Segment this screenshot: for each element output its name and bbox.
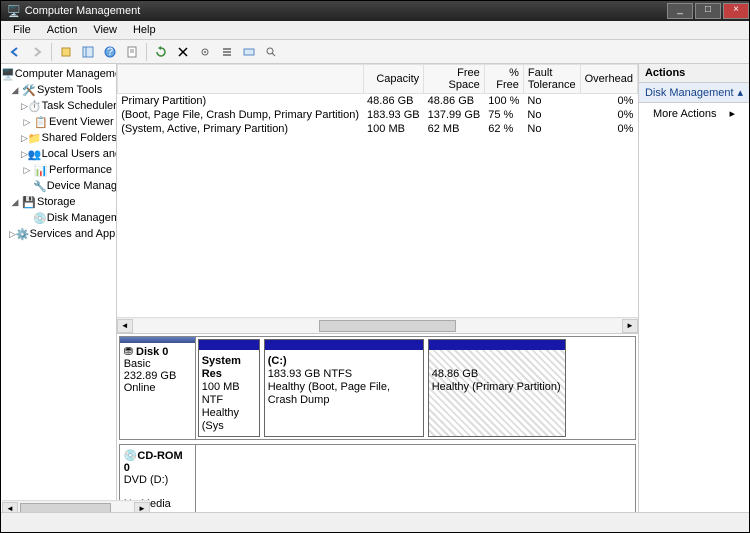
view-button[interactable] — [239, 42, 259, 62]
titlebar: 🖥️ Computer Management _ □ × — [1, 1, 749, 21]
volume-list[interactable]: Capacity Free Space % Free Fault Toleran… — [117, 64, 638, 334]
menu-help[interactable]: Help — [125, 22, 164, 38]
back-button[interactable] — [5, 42, 25, 62]
app-icon: 🖥️ — [7, 5, 21, 18]
actions-more[interactable]: More Actions ▸ — [639, 103, 749, 124]
scroll-left-icon[interactable]: ◄ — [117, 319, 133, 333]
users-icon: 👥 — [28, 146, 42, 162]
volume-list-scrollbar[interactable]: ◄ ► — [117, 317, 638, 333]
event-icon: 📋 — [33, 114, 49, 130]
cdrom-row[interactable]: 💿CD-ROM 0 DVD (D:) No Media — [119, 444, 636, 515]
window-title: Computer Management — [25, 5, 665, 17]
expand-icon[interactable]: ▷ — [21, 133, 28, 144]
expand-icon[interactable]: ▷ — [21, 101, 28, 112]
expand-icon[interactable]: ▷ — [21, 149, 28, 160]
tree-diskmgmt[interactable]: Disk Management — [47, 212, 117, 224]
settings-button[interactable] — [195, 42, 215, 62]
col-layout[interactable] — [117, 65, 363, 94]
menu-view[interactable]: View — [85, 22, 125, 38]
disk-name: Disk 0 — [136, 346, 168, 358]
toolbar-separator — [51, 43, 52, 61]
chevron-up-icon: ▴ — [737, 86, 743, 99]
refresh-button[interactable] — [151, 42, 171, 62]
actions-more-label: More Actions — [653, 108, 717, 120]
disk-type: Basic — [124, 358, 151, 370]
actions-section[interactable]: Disk Management ▴ — [639, 83, 749, 103]
services-icon: ⚙️ — [16, 226, 30, 242]
volume-unallocated[interactable]: 48.86 GBHealthy (Primary Partition) — [428, 339, 566, 437]
col-fault[interactable]: Fault Tolerance — [523, 65, 580, 94]
tree-event[interactable]: Event Viewer — [49, 116, 114, 128]
tree-systools[interactable]: System Tools — [37, 84, 102, 96]
col-pctfree[interactable]: % Free — [484, 65, 523, 94]
cdrom-type: DVD (D:) — [124, 474, 169, 486]
expand-icon[interactable]: ▷ — [9, 229, 16, 240]
cd-icon: 💿 — [124, 450, 138, 462]
delete-button[interactable] — [173, 42, 193, 62]
scroll-right-icon[interactable]: ► — [622, 319, 638, 333]
expand-icon[interactable]: ▷ — [21, 117, 33, 128]
col-capacity[interactable]: Capacity — [363, 65, 424, 94]
status-bar — [1, 512, 749, 532]
tree-storage[interactable]: Storage — [37, 196, 76, 208]
computer-icon: 🖥️ — [1, 66, 15, 82]
disk-header[interactable]: ⛃ Disk 0 Basic 232.89 GB Online — [120, 337, 196, 439]
actions-pane: Actions Disk Management ▴ More Actions ▸ — [639, 64, 749, 512]
search-button[interactable] — [261, 42, 281, 62]
folder-icon: 📁 — [28, 130, 42, 146]
volume-c[interactable]: (C:)183.93 GB NTFSHealthy (Boot, Page Fi… — [264, 339, 424, 437]
toolbar-separator — [146, 43, 147, 61]
disk-icon: 💿 — [33, 210, 47, 226]
toolbar: ? — [1, 40, 749, 64]
table-row[interactable]: (System, Active, Primary Partition)100 M… — [117, 122, 637, 136]
clock-icon: ⏱️ — [28, 98, 42, 114]
col-overhead[interactable]: Overhead — [580, 65, 637, 94]
tree-task[interactable]: Task Scheduler — [42, 100, 117, 112]
expand-icon[interactable]: ▷ — [21, 165, 33, 176]
collapse-icon[interactable]: ◢ — [9, 197, 21, 208]
table-header-row: Capacity Free Space % Free Fault Toleran… — [117, 65, 637, 94]
help-button[interactable]: ? — [100, 42, 120, 62]
actions-section-label: Disk Management — [645, 87, 734, 99]
disk-status: Online — [124, 382, 156, 394]
disk-size: 232.89 GB — [124, 370, 177, 382]
volume-system-reserved[interactable]: System Res100 MB NTFHealthy (Sys — [198, 339, 260, 437]
tree-perf[interactable]: Performance — [49, 164, 112, 176]
show-hide-button[interactable] — [78, 42, 98, 62]
graphical-view: ⛃ Disk 0 Basic 232.89 GB Online System R… — [117, 334, 638, 512]
tree-devmgr[interactable]: Device Manager — [47, 180, 117, 192]
table-row[interactable]: (Boot, Page File, Crash Dump, Primary Pa… — [117, 108, 637, 122]
properties-button[interactable] — [122, 42, 142, 62]
storage-icon: 💾 — [21, 194, 37, 210]
minimize-button[interactable]: _ — [667, 3, 693, 19]
col-freespace[interactable]: Free Space — [424, 65, 485, 94]
up-button[interactable] — [56, 42, 76, 62]
maximize-button[interactable]: □ — [695, 3, 721, 19]
tree-users[interactable]: Local Users and Groups — [42, 148, 117, 160]
svg-text:?: ? — [107, 46, 113, 58]
navigation-tree[interactable]: 🖥️Computer Management (Local ◢🛠️System T… — [1, 64, 117, 512]
menu-file[interactable]: File — [5, 22, 39, 38]
collapse-icon[interactable]: ◢ — [9, 85, 21, 96]
perf-icon: 📊 — [33, 162, 49, 178]
hdd-icon: ⛃ — [124, 346, 133, 358]
disk-row[interactable]: ⛃ Disk 0 Basic 232.89 GB Online System R… — [119, 336, 636, 440]
chevron-right-icon: ▸ — [729, 107, 735, 120]
table-row[interactable]: Primary Partition)48.86 GB48.86 GB100 %N… — [117, 94, 637, 109]
forward-button[interactable] — [27, 42, 47, 62]
actions-header: Actions — [639, 64, 749, 83]
disk-management-pane: Capacity Free Space % Free Fault Toleran… — [117, 64, 639, 512]
tools-icon: 🛠️ — [21, 82, 37, 98]
list-button[interactable] — [217, 42, 237, 62]
tree-root[interactable]: Computer Management (Local — [15, 68, 117, 80]
menu-action[interactable]: Action — [39, 22, 86, 38]
tree-services[interactable]: Services and Applications — [30, 228, 117, 240]
close-button[interactable]: × — [723, 3, 749, 19]
tree-shared[interactable]: Shared Folders — [42, 132, 117, 144]
scrollbar-thumb[interactable] — [319, 320, 456, 332]
menubar: File Action View Help — [1, 21, 749, 40]
device-icon: 🔧 — [33, 178, 47, 194]
